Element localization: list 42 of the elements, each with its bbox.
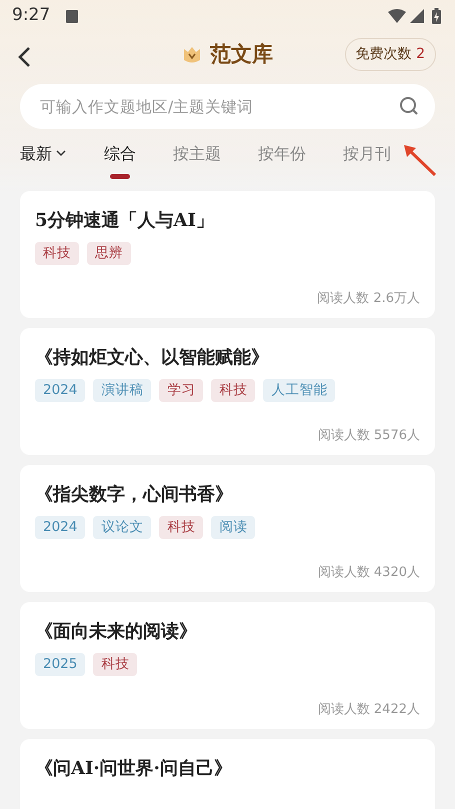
reader-count: 阅读人数 2.6万人: [316, 290, 420, 308]
article-title: 《持如炬文心、以智能赋能》: [35, 346, 270, 370]
tag: 阅读: [211, 516, 256, 539]
page-title: 范文库: [210, 41, 273, 68]
tag: 2024: [35, 516, 86, 539]
reader-count: 阅读人数 4320人: [316, 564, 420, 582]
tag: 演讲稿: [93, 379, 152, 402]
article-title: 《面向未来的阅读》: [35, 620, 198, 644]
free-quota-button[interactable]: 免费次数 2: [344, 38, 436, 71]
tag: 2025: [35, 653, 86, 676]
tag: 科技: [93, 653, 138, 676]
status-time: 9:27: [12, 4, 50, 28]
tag: 学习: [159, 379, 204, 402]
tag: 思辨: [87, 242, 131, 265]
tag: 议论文: [93, 516, 152, 539]
article-card[interactable]: 《面向未来的阅读》 2025 科技 阅读人数 2422人: [20, 602, 435, 729]
wifi-icon: [388, 9, 406, 23]
reader-count: 阅读人数 5576人: [316, 426, 420, 444]
crown-icon: [182, 45, 202, 65]
tag: 人工智能: [263, 379, 336, 402]
article-title: 《问AI·问世界·问自己》: [35, 757, 233, 781]
article-title: 《指尖数字，心间书香》: [35, 483, 234, 507]
article-card[interactable]: 《持如炬文心、以智能赋能》 2024 演讲稿 学习 科技 人工智能 阅读人数 5576人: [20, 328, 435, 455]
search-field[interactable]: 可输入作文题地区/主题关键词: [20, 84, 435, 129]
article-card[interactable]: 《问AI·问世界·问自己》: [20, 739, 435, 809]
tag: 科技: [159, 516, 204, 539]
annotation-arrow: [402, 143, 438, 177]
notification-icon: [66, 10, 78, 22]
tag: 2024: [35, 379, 86, 402]
sort-dropdown[interactable]: 最新: [20, 142, 66, 166]
article-card[interactable]: 《指尖数字，心间书香》 2024 议论文 科技 阅读 阅读人数 4320人: [20, 465, 435, 592]
tab[interactable]: 综合: [104, 142, 136, 166]
article-card[interactable]: 5分钟速通「人与AI」 科技 思辨 阅读人数 2.6万人: [20, 191, 435, 318]
active-tab-indicator: [110, 174, 130, 178]
chevron-down-icon: [56, 150, 66, 157]
reader-count: 阅读人数 2422人: [316, 700, 420, 718]
tag: 科技: [35, 242, 79, 265]
battery-icon: [432, 8, 441, 24]
article-title: 5分钟速通「人与AI」: [35, 209, 215, 233]
tag: 科技: [211, 379, 256, 402]
search-icon[interactable]: [399, 96, 419, 116]
signal-icon: [410, 9, 424, 23]
